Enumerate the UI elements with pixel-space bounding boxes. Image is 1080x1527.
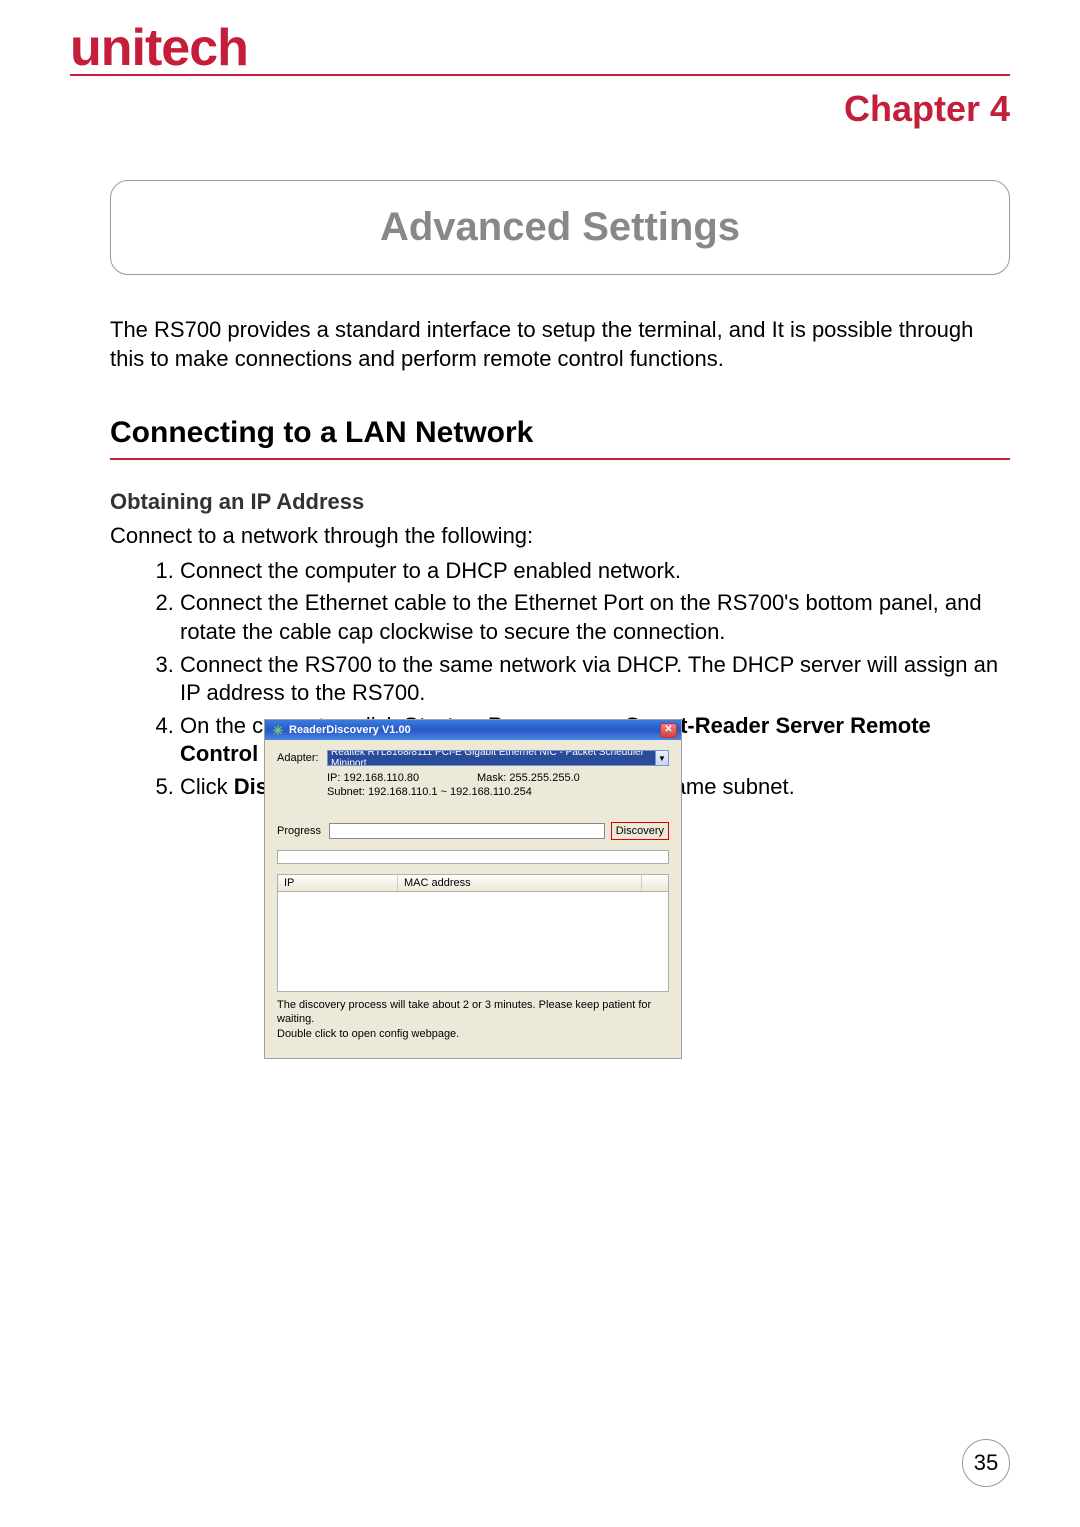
ip-mask-row: IP: 192.168.110.80 Mask: 255.255.255.0: [327, 772, 669, 784]
progress-row: Progress Discovery: [277, 822, 669, 840]
brand-logo: unitech: [70, 18, 248, 78]
step-3: Connect the RS700 to the same network vi…: [180, 651, 1000, 708]
title-box: Advanced Settings: [110, 180, 1010, 275]
brand-logo-text: unitech: [70, 19, 248, 77]
chevron-down-icon[interactable]: ▼: [655, 751, 668, 765]
page-number: 35: [962, 1439, 1010, 1487]
step-2: Connect the Ethernet cable to the Ethern…: [180, 589, 1000, 646]
app-icon: ✳: [271, 723, 285, 737]
ip-value: IP: 192.168.110.80: [327, 772, 477, 784]
note-text: The discovery process will take about 2 …: [277, 998, 669, 1041]
titlebar-left: ✳ ReaderDiscovery V1.00: [271, 723, 411, 737]
results-table[interactable]: [277, 892, 669, 992]
header-rule: [70, 74, 1010, 76]
progress-label: Progress: [277, 825, 323, 837]
dialog-body: Adapter: Realtek RTL8168/8111 PCI-E Giga…: [265, 740, 681, 1047]
progress-bar: [329, 823, 605, 839]
dialog-title: ReaderDiscovery V1.00: [289, 724, 411, 736]
column-mac[interactable]: MAC address: [398, 875, 642, 891]
adapter-label: Adapter:: [277, 752, 327, 764]
intro-paragraph: The RS700 provides a standard interface …: [110, 316, 1010, 373]
subnet-row: Subnet: 192.168.110.1 ~ 192.168.110.254: [327, 786, 669, 798]
adapter-select[interactable]: Realtek RTL8168/8111 PCI-E Gigabit Ether…: [327, 750, 669, 766]
page-title: Advanced Settings: [111, 205, 1009, 250]
reader-discovery-dialog: ✳ ReaderDiscovery V1.00 ✕ Adapter: Realt…: [264, 719, 682, 1059]
close-button[interactable]: ✕: [660, 723, 677, 738]
subsection-heading: Obtaining an IP Address: [110, 488, 1010, 517]
column-ip[interactable]: IP: [278, 875, 398, 891]
subnet-value: Subnet: 192.168.110.1 ~ 192.168.110.254: [327, 786, 532, 798]
section-heading: Connecting to a LAN Network: [110, 413, 1010, 452]
table-header: IP MAC address: [277, 874, 669, 892]
mask-value: Mask: 255.255.255.0: [477, 772, 580, 784]
note-line-1: The discovery process will take about 2 …: [277, 998, 669, 1027]
step-1: Connect the computer to a DHCP enabled n…: [180, 557, 1000, 586]
adapter-row: Adapter: Realtek RTL8168/8111 PCI-E Giga…: [277, 750, 669, 766]
step-5-prefix: Click: [180, 774, 234, 799]
dialog-titlebar[interactable]: ✳ ReaderDiscovery V1.00 ✕: [265, 720, 681, 740]
column-spacer: [642, 875, 668, 891]
section-rule: [110, 458, 1010, 460]
close-icon: ✕: [664, 725, 672, 735]
lead-text: Connect to a network through the followi…: [110, 522, 1010, 551]
chapter-heading: Chapter 4: [844, 88, 1010, 130]
filter-input[interactable]: [277, 850, 669, 864]
note-line-2: Double click to open config webpage.: [277, 1027, 669, 1041]
discovery-button[interactable]: Discovery: [611, 822, 669, 840]
adapter-value: Realtek RTL8168/8111 PCI-E Gigabit Ether…: [331, 750, 655, 766]
